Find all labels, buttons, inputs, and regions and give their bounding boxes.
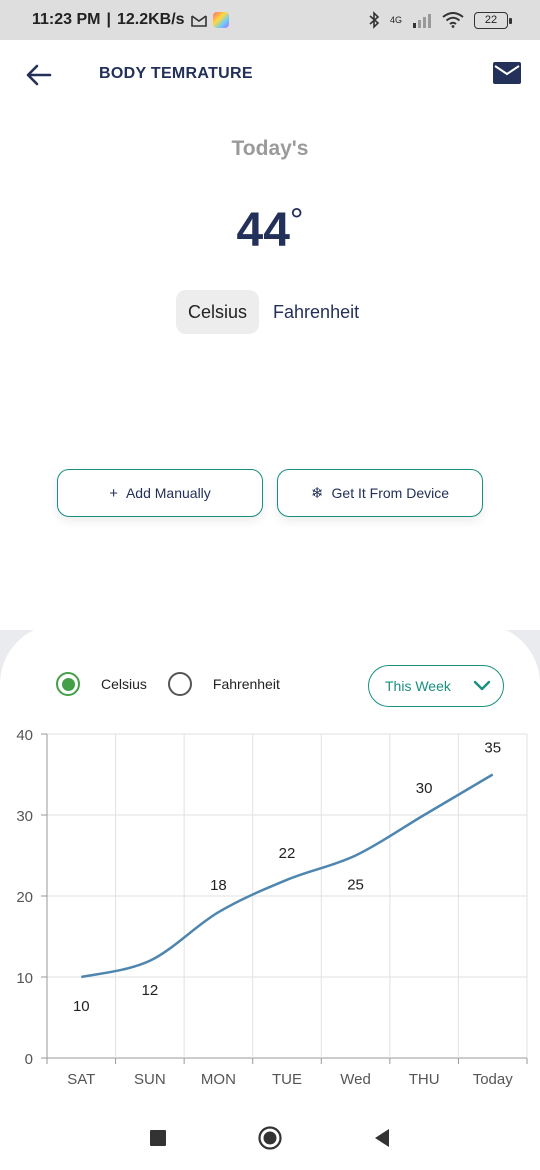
signal-icon xyxy=(413,14,431,28)
arrow-left-icon xyxy=(26,64,52,86)
add-manually-button[interactable]: + Add Manually xyxy=(57,469,263,517)
main-panel: BODY TEMRATURE Today's 44° Celsius Fahre… xyxy=(0,40,540,630)
x-tick-label: TUE xyxy=(272,1071,302,1088)
data-label: 35 xyxy=(484,740,501,757)
bluetooth-icon xyxy=(369,11,380,29)
battery-level: 22 xyxy=(484,14,498,26)
data-label: 25 xyxy=(347,877,364,894)
y-tick-label: 30 xyxy=(16,808,33,825)
radio-celsius-label: Celsius xyxy=(101,676,147,692)
temperature-value: 44 xyxy=(236,204,290,257)
status-separator: | xyxy=(106,11,111,28)
back-button[interactable] xyxy=(24,60,54,90)
x-tick-label: Wed xyxy=(340,1071,371,1088)
home-button[interactable] xyxy=(258,1126,282,1150)
chevron-down-icon xyxy=(473,680,491,691)
x-tick-label: THU xyxy=(409,1071,440,1088)
wifi-icon xyxy=(442,12,464,28)
status-time: 11:23 PM xyxy=(32,11,101,28)
data-label: 22 xyxy=(279,845,296,862)
gmail-icon xyxy=(190,14,207,27)
degree-symbol: ° xyxy=(289,202,304,240)
recent-apps-button[interactable] xyxy=(146,1126,170,1150)
period-value: This Week xyxy=(385,678,451,694)
radio-celsius[interactable] xyxy=(56,672,80,696)
page-title: BODY TEMRATURE xyxy=(99,65,253,82)
unit-fahrenheit-button[interactable]: Fahrenheit xyxy=(261,290,371,334)
radio-fahrenheit[interactable] xyxy=(167,672,192,696)
data-label: 12 xyxy=(142,982,159,999)
square-icon xyxy=(150,1130,166,1146)
data-label: 10 xyxy=(73,998,90,1015)
app-notification-icon xyxy=(212,12,229,28)
radio-fahrenheit-label: Fahrenheit xyxy=(212,676,280,692)
status-bar: 11:23 PM | 12.2KB/s 4G 22 xyxy=(0,0,540,40)
unit-celsius-button[interactable]: Celsius xyxy=(176,290,260,334)
plus-icon: + xyxy=(109,484,118,502)
system-nav-bar xyxy=(0,1106,540,1170)
x-tick-label: SUN xyxy=(134,1071,166,1088)
status-speed: 12.2KB/s xyxy=(116,11,185,28)
data-label: 18 xyxy=(210,877,227,894)
mail-icon xyxy=(493,62,521,84)
temperature-series-line xyxy=(80,773,494,979)
snowflake-icon: ❄ xyxy=(310,485,324,502)
battery-icon: 22 xyxy=(474,11,512,29)
mail-button[interactable] xyxy=(492,60,522,88)
home-circle-icon xyxy=(258,1126,282,1150)
y-tick-label: 0 xyxy=(25,1051,33,1068)
chart-unit-radio-group: Celsius Fahrenheit xyxy=(56,672,280,696)
y-tick-label: 10 xyxy=(16,970,33,987)
add-manually-label: Add Manually xyxy=(125,485,211,501)
network-type: 4G xyxy=(389,15,402,25)
temperature-line-chart: 0 10 20 30 40 SAT SUN MON TUE Wed THU Today 10 12 18 22… xyxy=(16,727,528,1088)
unit-toggle: Celsius Fahrenheit xyxy=(176,290,371,334)
y-tick-label: 20 xyxy=(16,889,33,906)
x-tick-label: MON xyxy=(201,1071,236,1088)
data-label: 30 xyxy=(416,780,433,797)
period-dropdown[interactable]: This Week xyxy=(368,665,504,707)
status-left: 11:23 PM | 12.2KB/s xyxy=(32,11,229,29)
x-tick-label: SAT xyxy=(67,1071,95,1088)
x-tick-label: Today xyxy=(473,1071,514,1088)
today-temperature: 44° xyxy=(0,202,540,258)
y-tick-label: 40 xyxy=(16,727,33,744)
get-from-device-button[interactable]: ❄ Get It From Device xyxy=(277,469,483,517)
today-label: Today's xyxy=(231,137,309,160)
app-header: BODY TEMRATURE xyxy=(0,40,540,110)
triangle-back-icon xyxy=(375,1129,389,1147)
status-right: 4G 22 xyxy=(368,11,512,29)
get-from-device-label: Get It From Device xyxy=(331,485,450,501)
back-nav-button[interactable] xyxy=(370,1126,394,1150)
